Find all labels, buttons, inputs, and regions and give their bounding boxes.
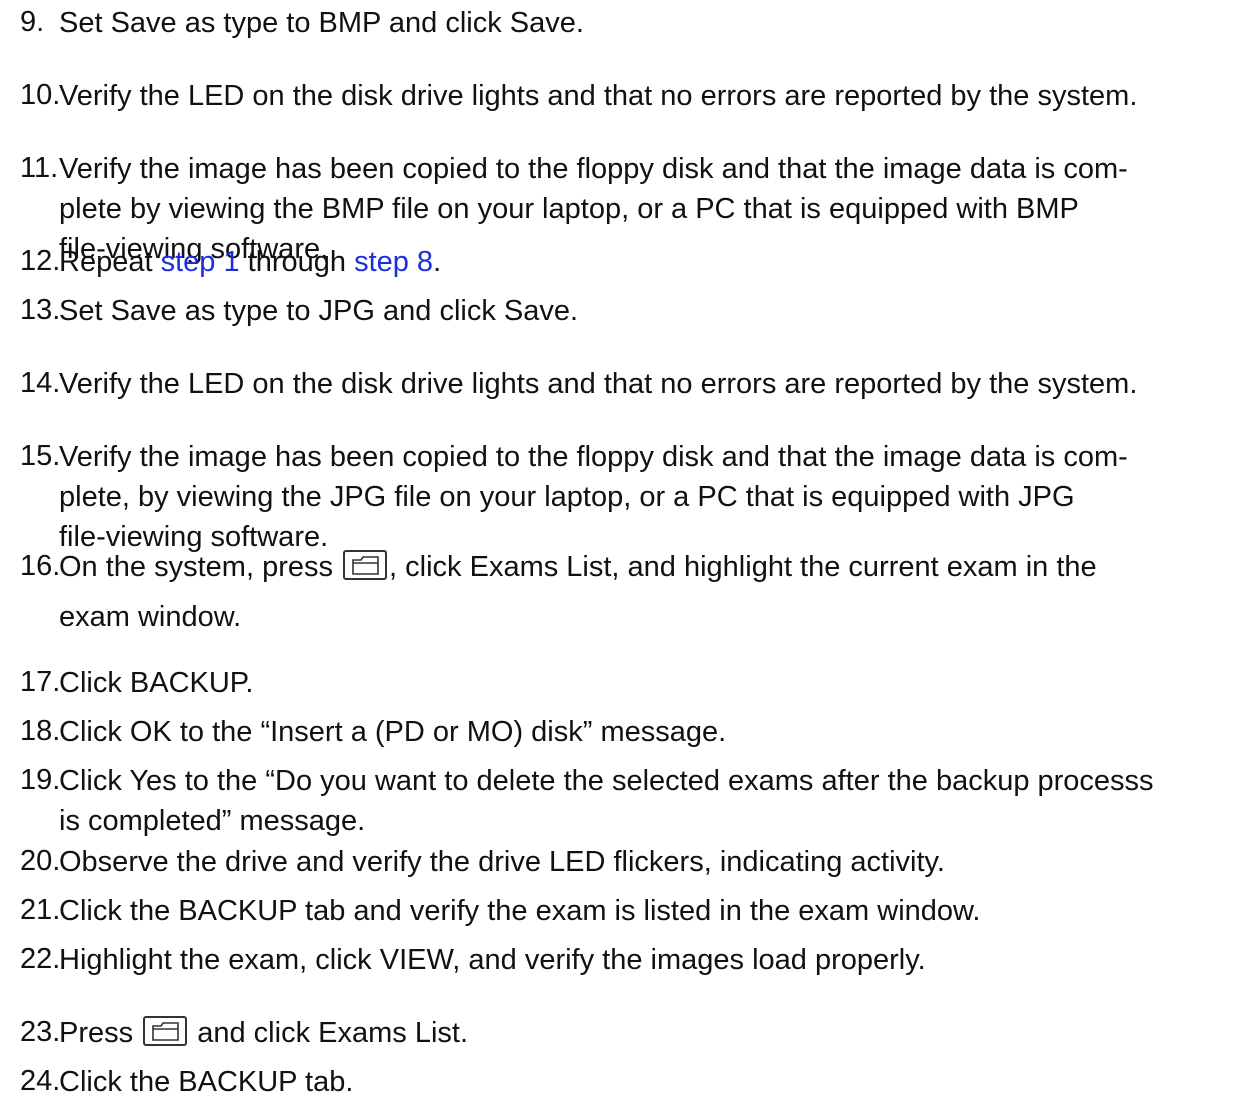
step-number: 11. (20, 152, 59, 184)
step-text-part: and click Exams List. (189, 1017, 469, 1049)
folder-icon (343, 550, 388, 580)
step-text: Click the BACKUP tab. (59, 1066, 354, 1098)
step-text-part: . (433, 246, 442, 278)
step-1-link[interactable]: step 1 (161, 246, 240, 278)
step-number: 18. (20, 715, 61, 747)
step-text: Set Save as type to JPG and click Save. (59, 295, 579, 327)
step-number: 12. (20, 245, 61, 277)
step-number: 22. (20, 943, 61, 975)
step-number: 13. (20, 294, 61, 326)
step-text: Verify the LED on the disk drive lights … (59, 80, 1138, 112)
step-text: Click OK to the “Insert a (PD or MO) dis… (59, 716, 727, 748)
step-text: file-viewing software. (59, 521, 329, 553)
step-text: Verify the image has been copied to the … (59, 441, 1128, 473)
step-number: 15. (20, 440, 61, 472)
step-text: plete by viewing the BMP file on your la… (59, 193, 1079, 225)
step-text-part: , click Exams List, and highlight the cu… (389, 551, 1097, 583)
step-text-part: Repeat (59, 246, 161, 278)
step-number: 10. (20, 79, 61, 111)
step-number: 16. (20, 550, 61, 582)
step-text-part: through (239, 246, 355, 278)
step-text: Set Save as type to BMP and click Save. (59, 7, 584, 39)
step-text: Observe the drive and verify the drive L… (59, 846, 945, 878)
step-text: is completed” message. (59, 805, 366, 837)
step-text: exam window. (59, 601, 242, 633)
step-text: Repeat step 1 through step 8. (59, 245, 441, 279)
step-text: Click the BACKUP tab and verify the exam… (59, 895, 981, 927)
step-number: 20. (20, 845, 61, 877)
step-number: 21. (20, 894, 61, 926)
step-number: 14. (20, 367, 61, 399)
step-text: Verify the image has been copied to the … (59, 153, 1128, 185)
step-text: Click Yes to the “Do you want to delete … (59, 765, 1154, 797)
step-number: 17. (20, 666, 61, 698)
step-text: Highlight the exam, click VIEW, and veri… (59, 944, 926, 976)
step-text: Click BACKUP. (59, 667, 254, 699)
step-number: 9. (20, 6, 45, 38)
step-text: Press and click Exams List. (59, 1016, 468, 1050)
step-text-part: On the system, press (59, 551, 342, 583)
step-text: On the system, press , click Exams List,… (59, 550, 1097, 584)
document-page: 9. Set Save as type to BMP and click Sav… (0, 0, 1260, 1109)
step-text: Verify the LED on the disk drive lights … (59, 368, 1138, 400)
step-text: plete, by viewing the JPG file on your l… (59, 481, 1075, 513)
step-8-link[interactable]: step 8 (354, 246, 433, 278)
step-number: 23. (20, 1016, 61, 1048)
folder-icon (143, 1016, 188, 1046)
step-number: 19. (20, 764, 61, 796)
step-number: 24. (20, 1065, 61, 1097)
step-text-part: Press (59, 1017, 142, 1049)
